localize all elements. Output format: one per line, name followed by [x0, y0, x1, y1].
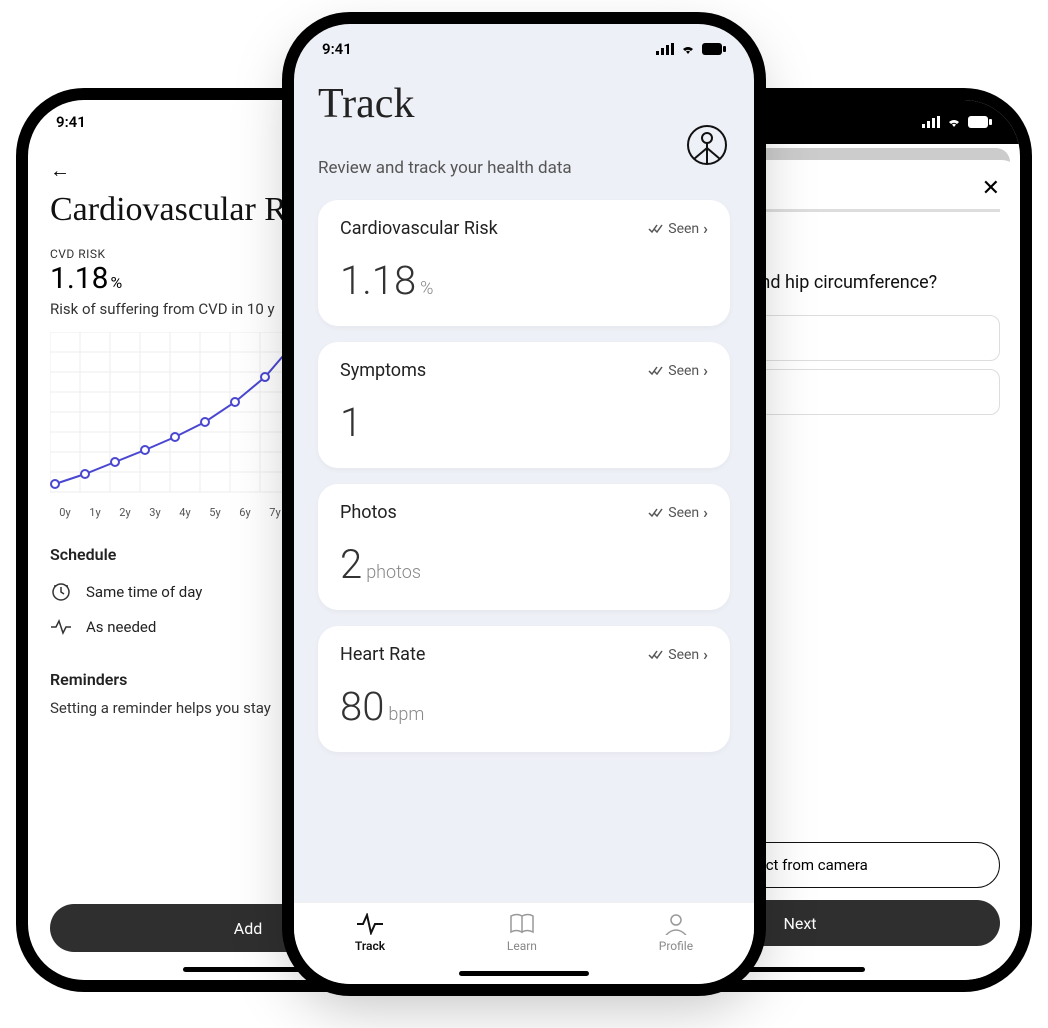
home-indicator: [459, 971, 589, 976]
seen-badge: Seen ›: [648, 645, 708, 664]
tab-profile[interactable]: Profile: [659, 913, 693, 984]
card-value: 2photos: [340, 541, 708, 588]
double-check-icon: [648, 507, 664, 519]
double-check-icon: [648, 223, 664, 235]
phone-track-dashboard: 9:41 Track Review and track your health …: [294, 24, 754, 984]
seen-badge: Seen ›: [648, 361, 708, 380]
pulse-icon: [357, 913, 383, 935]
status-icons: [656, 43, 726, 55]
person-circle-icon: [686, 124, 728, 166]
card-title: Symptoms: [340, 360, 426, 381]
person-icon: [663, 913, 689, 935]
tab-track[interactable]: Track: [355, 913, 385, 984]
battery-icon: [702, 43, 726, 55]
status-bar: 9:41: [294, 24, 754, 68]
tab-label: Learn: [507, 939, 537, 953]
tab-label: Track: [355, 939, 385, 953]
battery-icon: [968, 116, 992, 128]
seen-badge: Seen ›: [648, 219, 708, 238]
chevron-right-icon: ›: [703, 219, 708, 238]
chevron-right-icon: ›: [703, 645, 708, 664]
card-heart-rate[interactable]: Heart Rate Seen › 80bpm: [318, 626, 730, 752]
card-value: 1: [340, 399, 708, 446]
card-title: Cardiovascular Risk: [340, 218, 498, 239]
tab-label: Profile: [659, 939, 693, 953]
page-subtitle: Review and track your health data: [318, 158, 730, 178]
home-indicator: [735, 967, 865, 972]
card-value: 80bpm: [340, 683, 708, 730]
pulse-icon: [50, 619, 72, 635]
close-button[interactable]: ✕: [982, 176, 1000, 201]
seen-badge: Seen ›: [648, 503, 708, 522]
book-icon: [509, 913, 535, 935]
schedule-item-label: Same time of day: [86, 583, 202, 601]
card-cardiovascular-risk[interactable]: Cardiovascular Risk Seen › 1.18%: [318, 200, 730, 326]
clock-icon: [50, 582, 72, 602]
profile-button[interactable]: [686, 124, 728, 166]
card-title: Photos: [340, 502, 397, 523]
double-check-icon: [648, 649, 664, 661]
double-check-icon: [648, 365, 664, 377]
page-title: Track: [318, 80, 730, 128]
schedule-item-label: As needed: [86, 618, 156, 636]
card-symptoms[interactable]: Symptoms Seen › 1: [318, 342, 730, 468]
chevron-right-icon: ›: [703, 503, 708, 522]
status-time: 9:41: [56, 113, 86, 131]
status-icons: [922, 116, 992, 128]
card-title: Heart Rate: [340, 644, 425, 665]
wifi-icon: [680, 43, 696, 55]
card-photos[interactable]: Photos Seen › 2photos: [318, 484, 730, 610]
wifi-icon: [946, 116, 962, 128]
chevron-right-icon: ›: [703, 361, 708, 380]
signal-icon: [922, 116, 940, 128]
signal-icon: [656, 43, 674, 55]
card-value: 1.18%: [340, 257, 708, 304]
status-time: 9:41: [322, 40, 352, 58]
